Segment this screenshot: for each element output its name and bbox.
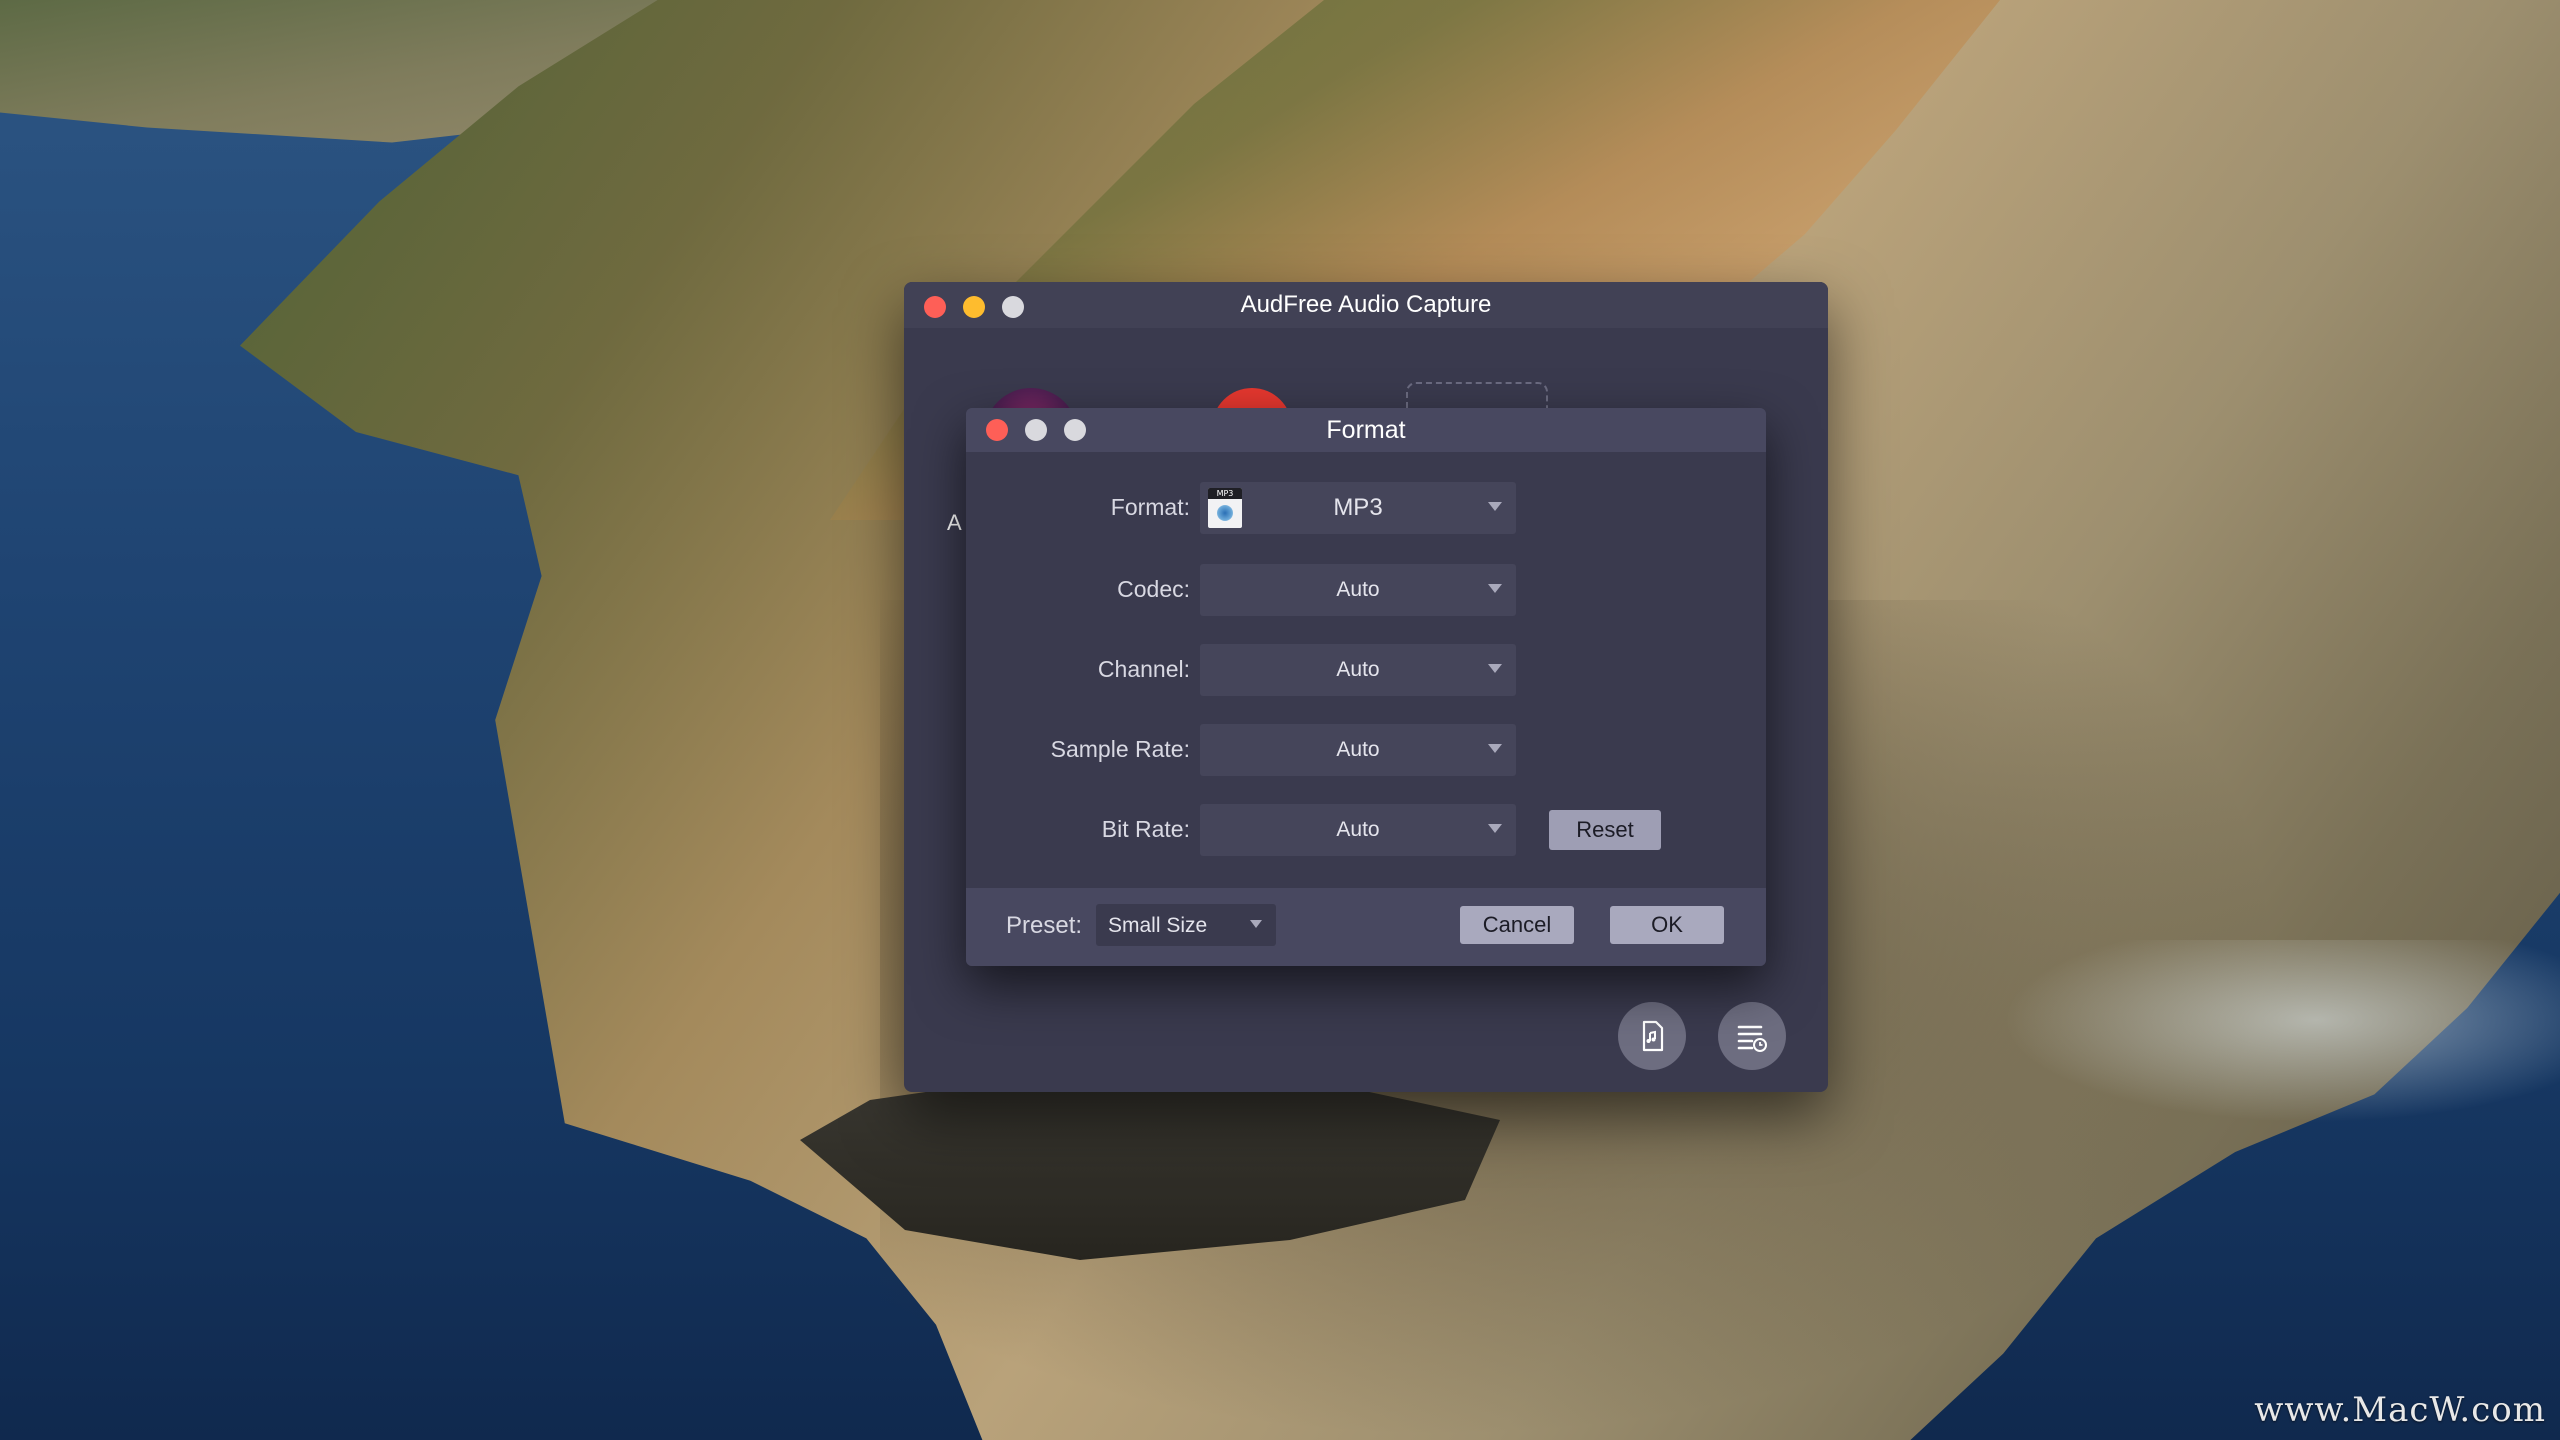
- codec-value: Auto: [1336, 578, 1380, 601]
- chevron-down-icon: [1488, 664, 1502, 673]
- cancel-button[interactable]: Cancel: [1460, 906, 1574, 944]
- preset-select[interactable]: Small Size: [1096, 904, 1276, 946]
- chevron-down-icon: [1250, 920, 1262, 928]
- bit-rate-label: Bit Rate:: [1101, 816, 1190, 842]
- app-minimize-button[interactable]: [963, 296, 985, 318]
- sample-rate-select[interactable]: Auto: [1200, 724, 1516, 776]
- dialog-close-button[interactable]: [986, 419, 1008, 441]
- reset-button[interactable]: Reset: [1549, 810, 1661, 850]
- chevron-down-icon: [1488, 584, 1502, 593]
- chevron-down-icon: [1488, 744, 1502, 753]
- app-zoom-button[interactable]: [1002, 296, 1024, 318]
- chevron-down-icon: [1488, 824, 1502, 833]
- audio-file-button[interactable]: [1618, 1002, 1686, 1070]
- dialog-zoom-button[interactable]: [1064, 419, 1086, 441]
- app-titlebar[interactable]: AudFree Audio Capture: [904, 282, 1828, 328]
- codec-row: Codec: Auto: [966, 564, 1766, 616]
- dialog-minimize-button[interactable]: [1025, 419, 1047, 441]
- dialog-titlebar[interactable]: Format: [966, 408, 1766, 452]
- app-label-partial: A: [947, 510, 962, 535]
- preset-label: Preset:: [1006, 912, 1083, 939]
- sample-rate-value: Auto: [1336, 738, 1380, 761]
- watermark-text: www.MacW.com: [2254, 1390, 2546, 1430]
- app-traffic-lights: [924, 296, 1024, 318]
- sample-rate-label: Sample Rate:: [1050, 736, 1190, 762]
- audio-file-icon: [1642, 1020, 1664, 1052]
- dialog-title: Format: [1326, 415, 1406, 444]
- wallpaper-surf: [1950, 940, 2560, 1140]
- app-close-button[interactable]: [924, 296, 946, 318]
- codec-select[interactable]: Auto: [1200, 564, 1516, 616]
- dialog-traffic-lights: [986, 419, 1086, 441]
- format-row: Format: MP3 MP3: [966, 482, 1766, 534]
- bit-rate-value: Auto: [1336, 818, 1380, 841]
- sample-rate-row: Sample Rate: Auto: [966, 724, 1766, 776]
- ok-button[interactable]: OK: [1610, 906, 1724, 944]
- format-select[interactable]: MP3 MP3: [1200, 482, 1516, 534]
- codec-label: Codec:: [1117, 576, 1190, 602]
- history-list-icon: [1737, 1025, 1767, 1052]
- format-label: Format:: [1110, 494, 1190, 520]
- history-list-button[interactable]: [1718, 1002, 1786, 1070]
- bit-rate-select[interactable]: Auto: [1200, 804, 1516, 856]
- channel-row: Channel: Auto: [966, 644, 1766, 696]
- channel-value: Auto: [1336, 658, 1380, 681]
- preset-value: Small Size: [1108, 914, 1208, 937]
- format-dialog: Format Format: MP3 MP3 Codec: Auto Chann…: [966, 408, 1766, 966]
- channel-select[interactable]: Auto: [1200, 644, 1516, 696]
- app-title: AudFree Audio Capture: [1240, 291, 1492, 318]
- dialog-footer: Preset: Small Size Cancel OK: [966, 888, 1766, 966]
- chevron-down-icon: [1488, 502, 1502, 511]
- channel-label: Channel:: [1097, 656, 1190, 682]
- format-value: MP3: [1333, 494, 1383, 521]
